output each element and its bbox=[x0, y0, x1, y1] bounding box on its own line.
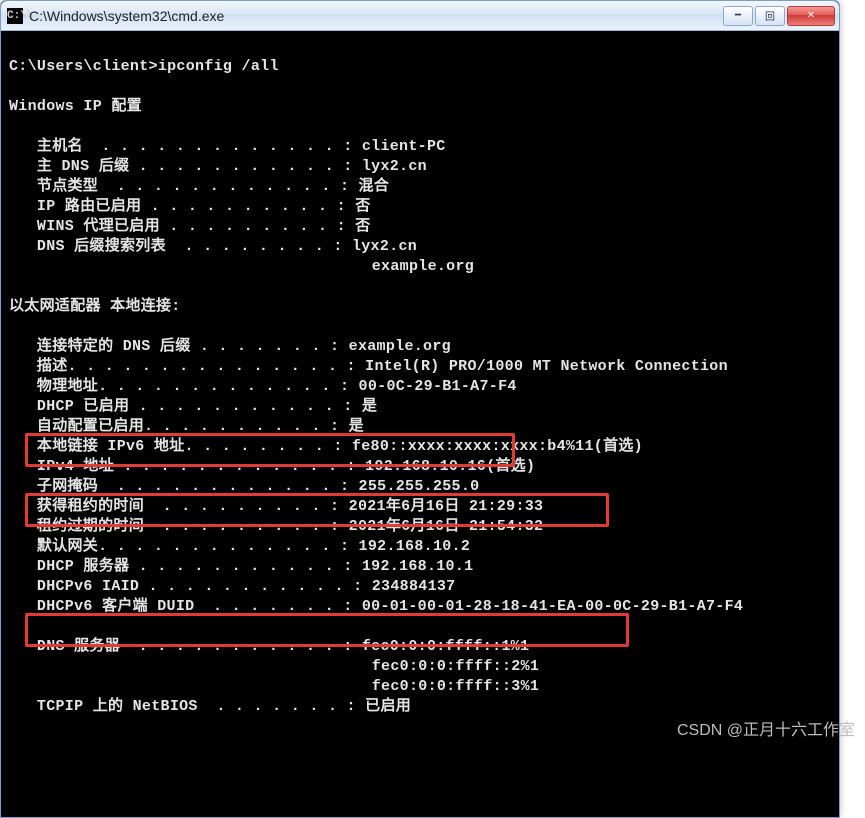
maximize-button[interactable]: 回 bbox=[755, 6, 785, 26]
titlebar[interactable]: C:\\ C:\Windows\system32\cmd.exe ━ 回 ✕ bbox=[1, 1, 839, 31]
output-line: 自动配置已启用. . . . . . . . . . : 是 bbox=[9, 418, 364, 435]
minimize-button[interactable]: ━ bbox=[723, 6, 753, 26]
output-line: fec0:0:0:ffff::2%1 bbox=[9, 658, 539, 675]
output-line: 默认网关. . . . . . . . . . . . . : 192.168.… bbox=[9, 538, 470, 555]
output-line: fec0:0:0:ffff::3%1 bbox=[9, 678, 539, 695]
output-line: 物理地址. . . . . . . . . . . . . : 00-0C-29… bbox=[9, 378, 517, 395]
prompt-line: C:\Users\client>ipconfig /all bbox=[9, 58, 279, 75]
output-line: 租约过期的时间 . . . . . . . . . : 2021年6月16日 2… bbox=[9, 518, 543, 535]
output-line: 本地链接 IPv6 地址. . . . . . . . : fe80::xxxx… bbox=[9, 438, 643, 455]
output-line: DNS 服务器 . . . . . . . . . . . : fec0:0:0… bbox=[9, 638, 529, 655]
output-line: 获得租约的时间 . . . . . . . . . : 2021年6月16日 2… bbox=[9, 498, 543, 515]
window-controls: ━ 回 ✕ bbox=[723, 6, 835, 26]
output-line: 主机名 . . . . . . . . . . . . . : client-P… bbox=[9, 138, 446, 155]
output-line: DHCP 已启用 . . . . . . . . . . . : 是 bbox=[9, 398, 377, 415]
section-header: Windows IP 配置 bbox=[9, 98, 142, 115]
close-button[interactable]: ✕ bbox=[787, 6, 835, 26]
terminal-output[interactable]: C:\Users\client>ipconfig /all Windows IP… bbox=[1, 31, 839, 817]
output-line: 子网掩码 . . . . . . . . . . . . : 255.255.2… bbox=[9, 478, 479, 495]
output-line: TCPIP 上的 NetBIOS . . . . . . . : 已启用 bbox=[9, 698, 411, 715]
output-line: 描述. . . . . . . . . . . . . . . : Intel(… bbox=[9, 358, 728, 375]
cmd-icon: C:\\ bbox=[7, 8, 23, 24]
output-line: example.org bbox=[9, 258, 474, 275]
output-line: IPv4 地址 . . . . . . . . . . . . : 192.16… bbox=[9, 458, 535, 475]
output-line: DNS 后缀搜索列表 . . . . . . . . : lyx2.cn bbox=[9, 238, 417, 255]
section-header: 以太网适配器 本地连接: bbox=[9, 298, 181, 315]
cmd-window: C:\\ C:\Windows\system32\cmd.exe ━ 回 ✕ C… bbox=[0, 0, 840, 818]
output-line: DHCPv6 客户端 DUID . . . . . . . : 00-01-00… bbox=[9, 598, 743, 615]
output-line: DHCPv6 IAID . . . . . . . . . . . : 2348… bbox=[9, 578, 455, 595]
output-line: 节点类型 . . . . . . . . . . . . : 混合 bbox=[9, 178, 389, 195]
window-title: C:\Windows\system32\cmd.exe bbox=[29, 8, 723, 24]
watermark: CSDN @正月十六工作室 bbox=[677, 716, 855, 740]
output-line: IP 路由已启用 . . . . . . . . . . : 否 bbox=[9, 198, 371, 215]
output-line: 连接特定的 DNS 后缀 . . . . . . . : example.org bbox=[9, 338, 451, 355]
output-line: DHCP 服务器 . . . . . . . . . . . : 192.168… bbox=[9, 558, 473, 575]
output-line: WINS 代理已启用 . . . . . . . . . : 否 bbox=[9, 218, 371, 235]
output-line: 主 DNS 后缀 . . . . . . . . . . . : lyx2.cn bbox=[9, 158, 427, 175]
